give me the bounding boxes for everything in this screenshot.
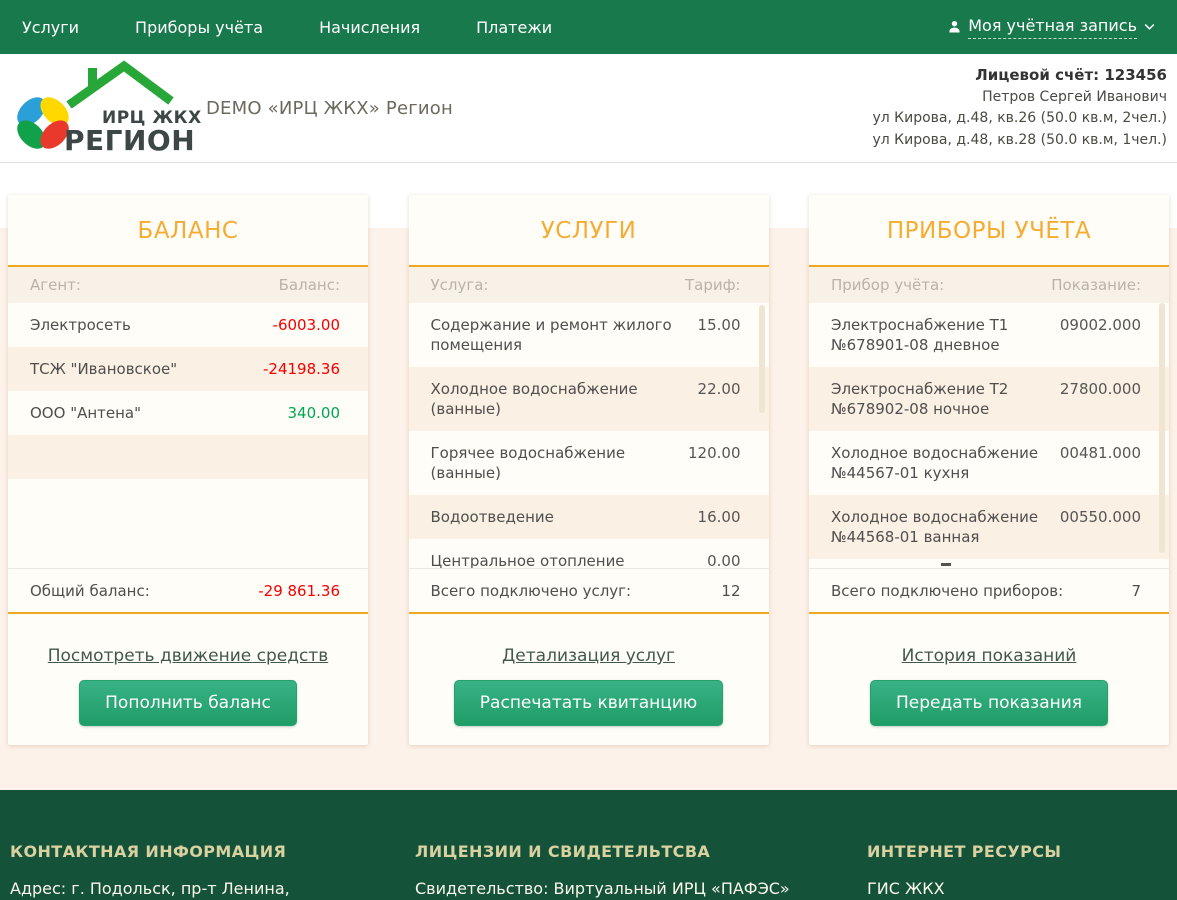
column-balance: Баланс: [279, 276, 340, 294]
services-card-actions: Детализация услуг Распечатать квитанцию [409, 614, 769, 726]
account-menu[interactable]: Моя учётная запись [948, 16, 1155, 39]
meters-table-body: Электроснабжение Т1№678901-08 дневное 09… [809, 303, 1169, 568]
account-number: Лицевой счёт: 123456 [872, 65, 1167, 87]
top-navigation: Услуги Приборы учёта Начисления Платежи … [0, 0, 1177, 54]
meters-card: ПРИБОРЫ УЧЁТА Прибор учёта: Показание: Э… [809, 195, 1169, 745]
table-row: ТСЖ "Ивановское" -24198.36 [8, 347, 368, 391]
table-row: Электроснабжение Т1№678901-08 дневное 09… [809, 303, 1169, 367]
logo[interactable]: ИРЦ ЖКХ РЕГИОН [8, 58, 196, 158]
balance-card: БАЛАНС Агент: Баланс: Электросеть -6003.… [8, 195, 368, 745]
table-row-empty [8, 435, 368, 479]
nav-item-meters[interactable]: Приборы учёта [135, 18, 263, 37]
view-transactions-link[interactable]: Посмотреть движение средств [48, 646, 328, 666]
table-row: Холодное водоснабжение№44567-01 кухня 00… [809, 431, 1169, 495]
table-row: Содержание и ремонт жилого помещения 15.… [409, 303, 769, 367]
footer-licenses-heading: ЛИЦЕНЗИИ И СВИДЕТЕЛЬТСВА [415, 842, 867, 861]
services-table-body: Содержание и ремонт жилого помещения 15.… [409, 303, 769, 568]
table-row: ООО "Антена" 340.00 [8, 391, 368, 435]
gis-zhkh-link[interactable]: ГИС ЖКХ [867, 879, 1177, 898]
balance-total-label: Общий баланс: [30, 582, 150, 600]
table-row: Центральное отопление 0.00 [409, 539, 769, 568]
services-card: УСЛУГИ Услуга: Тариф: Содержание и ремон… [409, 195, 769, 745]
top-up-balance-button[interactable]: Пополнить баланс [79, 680, 297, 726]
meters-table-header: Прибор учёта: Показание: [809, 267, 1169, 303]
services-total-row: Всего подключено услуг: 12 [409, 568, 769, 612]
account-holder: Петров Сергей Иванович [872, 87, 1167, 109]
chevron-down-icon [1144, 23, 1155, 31]
footer-address-text: Адрес: г. Подольск, пр-т Ленина, [10, 879, 415, 898]
table-row: Горячее водоснабжение (ванные) 120.00 [409, 431, 769, 495]
table-row: Водоотведение 16.00 [409, 495, 769, 539]
footer-contacts-column: КОНТАКТНАЯ ИНФОРМАЦИЯ Адрес: г. Подольск… [0, 842, 415, 900]
services-details-link[interactable]: Детализация услуг [502, 646, 675, 666]
footer-resources-heading: ИНТЕРНЕТ РЕСУРСЫ [867, 842, 1177, 861]
nav-menu: Услуги Приборы учёта Начисления Платежи [22, 18, 552, 37]
submit-readings-button[interactable]: Передать показания [870, 680, 1108, 726]
column-service: Услуга: [431, 276, 489, 294]
table-row-clipped [809, 559, 1169, 568]
meters-card-actions: История показаний Передать показания [809, 614, 1169, 726]
column-reading: Показание: [1051, 276, 1141, 294]
services-total-label: Всего подключено услуг: [431, 582, 632, 600]
balance-card-title: БАЛАНС [8, 217, 368, 245]
dashboard-cards: БАЛАНС Агент: Баланс: Электросеть -6003.… [0, 163, 1177, 745]
column-tariff: Тариф: [685, 276, 741, 294]
table-row: Холодное водоснабжение№44568-01 ванная 0… [809, 495, 1169, 559]
services-total-value: 12 [721, 582, 740, 600]
nav-item-payments[interactable]: Платежи [476, 18, 552, 37]
account-address-1: ул Кирова, д.48, кв.26 (50.0 кв.м, 2чел.… [872, 108, 1167, 130]
logo-roof-icon [64, 60, 176, 112]
meters-total-label: Всего подключено приборов: [831, 582, 1063, 600]
site-title: DEMO «ИРЦ ЖКХ» Регион [206, 98, 453, 119]
nav-item-services[interactable]: Услуги [22, 18, 79, 37]
readings-history-link[interactable]: История показаний [902, 646, 1077, 666]
main-content: БАЛАНС Агент: Баланс: Электросеть -6003.… [0, 163, 1177, 790]
scrollbar-thumb[interactable] [1159, 303, 1165, 553]
meters-total-value: 7 [1131, 582, 1141, 600]
column-agent: Агент: [30, 276, 81, 294]
table-row: Электроснабжение Т2№678902-08 ночное 278… [809, 367, 1169, 431]
balance-table-body: Электросеть -6003.00 ТСЖ "Ивановское" -2… [8, 303, 368, 568]
page-footer: КОНТАКТНАЯ ИНФОРМАЦИЯ Адрес: г. Подольск… [0, 790, 1177, 900]
scrollbar-thumb[interactable] [759, 305, 765, 413]
user-icon [948, 20, 961, 34]
services-table-header: Услуга: Тариф: [409, 267, 769, 303]
nav-item-charges[interactable]: Начисления [319, 18, 420, 37]
meters-card-title: ПРИБОРЫ УЧЁТА [809, 217, 1169, 245]
site-header: ИРЦ ЖКХ РЕГИОН DEMO «ИРЦ ЖКХ» Регион Лиц… [0, 54, 1177, 163]
table-row: Электросеть -6003.00 [8, 303, 368, 347]
table-row: Холодное водоснабжение (ванные) 22.00 [409, 367, 769, 431]
services-card-title: УСЛУГИ [409, 217, 769, 245]
balance-total-row: Общий баланс: -29 861.36 [8, 568, 368, 612]
balance-total-value: -29 861.36 [258, 582, 340, 600]
account-address-2: ул Кирова, д.48, кв.28 (50.0 кв.м, 1чел.… [872, 130, 1167, 152]
meters-total-row: Всего подключено приборов: 7 [809, 568, 1169, 612]
footer-licenses-column: ЛИЦЕНЗИИ И СВИДЕТЕЛЬТСВА Свидетельство: … [415, 842, 867, 900]
column-meter: Прибор учёта: [831, 276, 944, 294]
print-receipt-button[interactable]: Распечатать квитанцию [454, 680, 723, 726]
balance-card-actions: Посмотреть движение средств Пополнить ба… [8, 614, 368, 726]
footer-certificate-text: Свидетельство: Виртуальный ИРЦ «ПАФЭС» [415, 879, 867, 898]
balance-table-header: Агент: Баланс: [8, 267, 368, 303]
footer-contacts-heading: КОНТАКТНАЯ ИНФОРМАЦИЯ [10, 842, 415, 861]
account-info: Лицевой счёт: 123456 Петров Сергей Ивано… [872, 65, 1167, 151]
logo-text-line2: РЕГИОН [64, 124, 195, 157]
account-menu-label: Моя учётная запись [968, 16, 1137, 39]
footer-resources-column: ИНТЕРНЕТ РЕСУРСЫ ГИС ЖКХ [867, 842, 1177, 900]
